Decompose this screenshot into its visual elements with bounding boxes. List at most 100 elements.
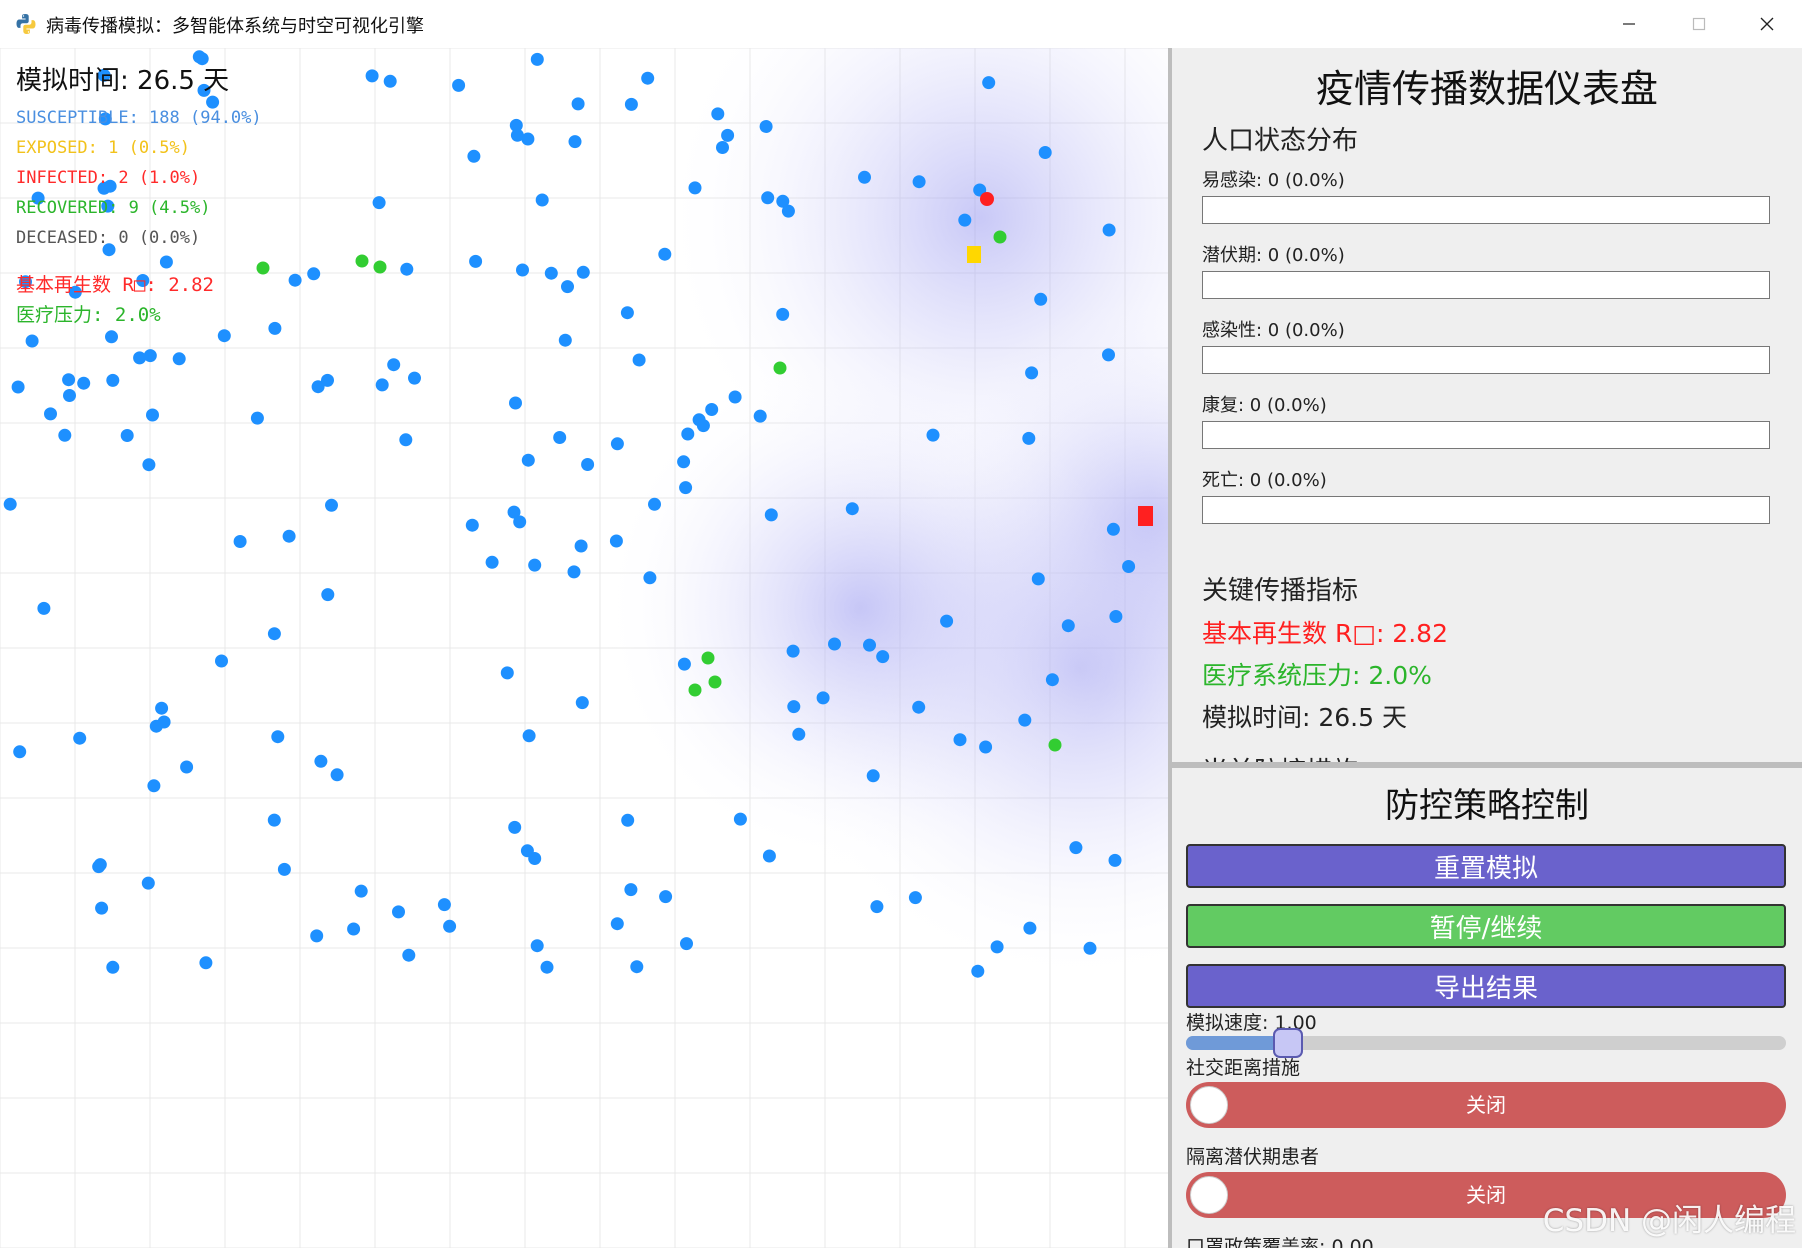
susceptible-agent [25,334,39,348]
simulation-canvas[interactable]: 模拟时间: 26.5 天 SUSCEPTIBLE: 188 (94.0%) EX… [0,48,1170,1248]
susceptible-agent [1108,853,1122,867]
susceptible-agent [787,700,801,714]
susceptible-agent [325,498,338,512]
social-distancing-label: 社交距离措施 [1186,1057,1301,1079]
recovered-agent [355,254,369,268]
metrics-section-title: 关键传播指标 [1202,576,1359,606]
susceptible-agent [354,884,368,898]
susceptible-agent [990,940,1004,954]
susceptible-agent [520,844,534,858]
susceptible-agent [147,779,161,793]
susceptible-agent [375,378,389,392]
pop-bar-infected [1202,346,1770,374]
hud-infected: INFECTED: 2 (1.0%) [16,168,201,188]
susceptible-agent [95,901,109,915]
measures-section-title: 当前防控措施 [1202,751,1358,762]
maximize-button[interactable] [1664,0,1734,48]
susceptible-agent [609,534,623,548]
susceptible-agent [402,948,416,962]
susceptible-agent [92,860,106,874]
susceptible-agent [399,433,413,447]
susceptible-agent [510,128,524,142]
susceptible-agent [568,135,582,149]
susceptible-agent [776,307,790,321]
susceptible-agent [858,170,871,184]
susceptible-agent [728,390,742,404]
susceptible-agent [1022,431,1036,445]
close-button[interactable] [1732,0,1802,48]
susceptible-agent [866,769,880,783]
susceptible-agent [44,407,57,421]
controls-panel: 防控策略控制 重置模拟 暂停/继续 导出结果 模拟速度: 1.00 社交距离措施… [1172,768,1802,1248]
susceptible-agent [73,731,87,745]
susceptible-agent [13,745,27,759]
susceptible-agent [133,351,147,365]
susceptible-agent [953,733,967,747]
susceptible-agent [1025,366,1039,380]
susceptible-agent [1038,146,1052,159]
susceptible-agent [575,696,589,710]
susceptible-agent [716,141,729,154]
susceptible-agent [574,539,588,553]
susceptible-agent [1069,841,1083,855]
susceptible-agent [705,403,719,416]
exposed-agent [967,246,981,263]
recovered-agent [373,260,387,274]
pop-bar-susceptible [1202,196,1770,224]
pause-resume-button[interactable]: 暂停/继续 [1186,904,1786,948]
susceptible-agent [217,329,231,343]
susceptible-agent [347,922,361,936]
recovered-agent [256,261,270,275]
susceptible-agent [553,431,567,444]
susceptible-agent [624,883,638,897]
susceptible-agent [982,76,996,90]
susceptible-agent [912,175,926,189]
mask-policy-label: 口罩政策覆盖率: 0.00 [1186,1236,1374,1248]
susceptible-agent [387,358,401,372]
social-distancing-toggle[interactable]: 关闭 [1186,1082,1786,1128]
hud-susceptible: SUSCEPTIBLE: 188 (94.0%) [16,108,262,128]
susceptible-agent [658,247,672,261]
controls-title: 防控策略控制 [1385,786,1589,826]
susceptible-agent [159,255,173,269]
susceptible-agent [711,107,725,121]
susceptible-agent [1031,572,1045,586]
susceptible-agent [1102,223,1116,237]
population-section-title: 人口状态分布 [1202,126,1359,156]
minimize-button[interactable] [1594,0,1664,48]
pop-label-recovered: 康复: 0 (0.0%) [1202,395,1327,416]
susceptible-agent [215,654,228,668]
susceptible-agent [870,900,884,914]
susceptible-agent [437,898,451,912]
maximize-icon [1692,17,1706,31]
export-button[interactable]: 导出结果 [1186,964,1786,1008]
susceptible-agent [282,529,296,543]
susceptible-agent [120,429,134,442]
pop-label-susceptible: 易感染: 0 (0.0%) [1202,170,1345,191]
susceptible-agent [106,373,120,387]
susceptible-agent [62,373,76,387]
hud-exposed: EXPOSED: 1 (0.5%) [16,138,190,158]
reset-button[interactable]: 重置模拟 [1186,844,1786,888]
dashboard-panel: 疫情传播数据仪表盘 人口状态分布 易感染: 0 (0.0%) 潜伏期: 0 (0… [1172,48,1802,762]
susceptible-agent [1102,348,1115,362]
susceptible-agent [688,181,702,195]
susceptible-agent [544,266,558,280]
minimize-icon [1623,23,1635,25]
susceptible-agent [307,267,321,281]
susceptible-agent [77,376,91,390]
susceptible-agent [845,502,859,516]
susceptible-agent [958,213,972,227]
susceptible-agent [876,650,890,664]
susceptible-agent [528,558,542,572]
susceptible-agent [321,373,334,387]
susceptible-agent [643,571,657,585]
susceptible-agent [1023,921,1037,935]
infected-agent [1138,506,1153,526]
susceptible-agent [310,929,324,943]
susceptible-agent [277,862,291,876]
susceptible-agent [383,74,397,88]
susceptible-agent [155,701,169,715]
pop-label-exposed: 潜伏期: 0 (0.0%) [1202,245,1345,266]
susceptible-agent [465,518,479,532]
